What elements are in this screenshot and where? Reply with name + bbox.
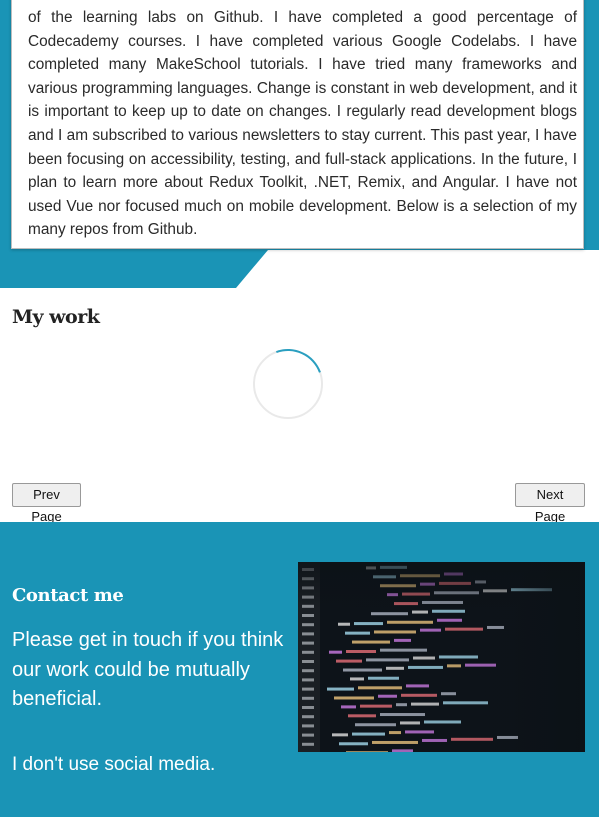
social-media-note: I don't use social media. <box>12 754 216 775</box>
next-page-button[interactable]: Next Page <box>515 483 585 524</box>
prev-page-button[interactable]: Prev Page <box>12 483 81 524</box>
code-screenshot-image <box>298 562 585 752</box>
contact-section: Contact me Please get in touch if you th… <box>0 522 599 817</box>
about-text: of the learning labs on Github. I have c… <box>28 9 577 239</box>
my-work-heading: My work <box>12 306 100 328</box>
about-card: of the learning labs on Github. I have c… <box>11 0 584 249</box>
contact-message: Please get in touch if you think our wor… <box>12 629 284 710</box>
loading-spinner-arc <box>241 337 335 431</box>
contact-heading: Contact me <box>12 585 124 606</box>
